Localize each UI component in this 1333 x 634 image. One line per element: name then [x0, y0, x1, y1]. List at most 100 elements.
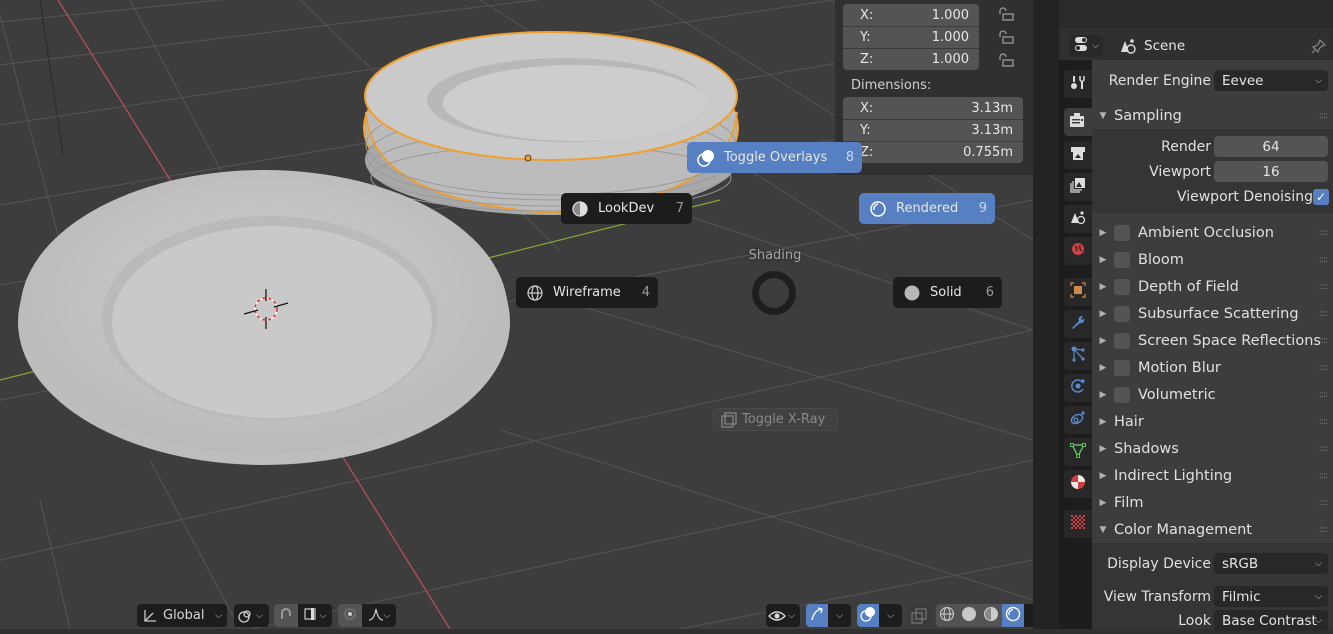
- lookdev-shading-icon: [983, 606, 999, 626]
- ambient-occlusion-checkbox[interactable]: [1114, 224, 1130, 241]
- overlays-icon: [860, 606, 876, 626]
- shading-rendered-button[interactable]: [1002, 604, 1024, 627]
- panel-motion-blur[interactable]: ▶ Motion Blur::::: [1092, 354, 1333, 381]
- overlays-dropdown[interactable]: ⌵: [879, 604, 902, 627]
- motion-blur-checkbox[interactable]: [1114, 359, 1130, 376]
- dimension-x-field[interactable]: X: 3.13m: [843, 97, 1023, 119]
- panel-color-management[interactable]: ▼ Color Management::::: [1092, 516, 1333, 543]
- pie-lookdev[interactable]: LookDev 7: [561, 193, 692, 224]
- panel-depth-of-field[interactable]: ▶ Depth of Field::::: [1092, 273, 1333, 300]
- shading-solid-button[interactable]: [958, 604, 980, 627]
- pie-toggle-overlays[interactable]: Toggle Overlays 8: [687, 142, 862, 173]
- tab-texture[interactable]: [1064, 510, 1092, 538]
- tab-output[interactable]: [1064, 141, 1092, 169]
- tab-particles[interactable]: [1064, 342, 1092, 370]
- panel-sampling[interactable]: ▼ Sampling ::::: [1092, 102, 1333, 129]
- look-dropdown[interactable]: Base Contrast ⌵: [1214, 610, 1328, 631]
- drag-grip-icon[interactable]: ::::: [1319, 336, 1328, 346]
- view-transform-dropdown[interactable]: Filmic ⌵: [1214, 586, 1328, 607]
- shading-wireframe-button[interactable]: [936, 604, 958, 627]
- texture-icon: [1070, 514, 1086, 534]
- editor-type-dropdown[interactable]: ⌵: [1070, 34, 1103, 57]
- tab-scene[interactable]: [1064, 205, 1092, 233]
- drag-grip-icon[interactable]: ::::: [1319, 228, 1328, 238]
- viewport-samples-field[interactable]: 16: [1214, 161, 1328, 182]
- panel-hair[interactable]: ▶ Hair::::: [1092, 408, 1333, 435]
- pie-menu-title: Shading: [748, 248, 802, 263]
- drag-grip-icon[interactable]: ::::: [1319, 390, 1328, 400]
- gizmo-toggle[interactable]: [806, 604, 828, 627]
- viewport-denoising-checkbox[interactable]: ✓: [1313, 188, 1329, 205]
- pin-icon[interactable]: [1311, 38, 1327, 54]
- pie-solid[interactable]: Solid 6: [893, 277, 1002, 308]
- plate[interactable]: [18, 170, 510, 465]
- lock-scale-z-icon[interactable]: [997, 53, 1015, 69]
- 3d-viewport[interactable]: X: 1.000 Y: 1.000 Z: 1.000 Dimensions: X: 3.…: [0, 0, 1033, 629]
- drag-grip-icon[interactable]: ::::: [1319, 417, 1328, 427]
- drag-grip-icon[interactable]: ::::: [1319, 444, 1328, 454]
- drag-grip-icon[interactable]: ::::: [1319, 471, 1328, 481]
- volumetric-checkbox[interactable]: [1114, 386, 1130, 403]
- shading-lookdev-button[interactable]: [980, 604, 1002, 627]
- pivot-point-dropdown[interactable]: ⌵: [234, 604, 269, 627]
- tab-material[interactable]: [1064, 470, 1092, 498]
- panel-volumetric[interactable]: ▶ Volumetric::::: [1092, 381, 1333, 408]
- plate-stack[interactable]: [363, 31, 739, 215]
- gizmo-dropdown[interactable]: ⌵: [828, 604, 851, 627]
- render-samples-field[interactable]: 64: [1214, 136, 1328, 157]
- drag-grip-icon[interactable]: ::::: [1319, 282, 1328, 292]
- snap-target-dropdown[interactable]: ⌵: [298, 604, 332, 627]
- area-divider[interactable]: [1033, 0, 1059, 629]
- drag-grip-icon[interactable]: ::::: [1319, 309, 1328, 319]
- pie-wireframe[interactable]: Wireframe 4: [516, 277, 658, 308]
- panel-indirect-lighting[interactable]: ▶ Indirect Lighting::::: [1092, 462, 1333, 489]
- tab-modifiers[interactable]: [1064, 310, 1092, 338]
- display-device-dropdown[interactable]: sRGB ⌵: [1214, 553, 1328, 574]
- scale-y-field[interactable]: Y: 1.000: [843, 26, 979, 48]
- shading-dropdown[interactable]: ⌵: [1024, 604, 1033, 627]
- tab-object[interactable]: [1064, 278, 1092, 306]
- drag-grip-icon[interactable]: ::::: [1319, 363, 1328, 373]
- drag-grip-icon[interactable]: ::::: [1319, 111, 1328, 121]
- dimension-y-field[interactable]: Y: 3.13m: [843, 119, 1023, 141]
- lock-scale-x-icon[interactable]: [997, 7, 1015, 23]
- dimensions-label: Dimensions:: [851, 78, 932, 93]
- drag-grip-icon[interactable]: ::::: [1319, 498, 1328, 508]
- dimension-z-field[interactable]: Z: 0.755m: [843, 141, 1023, 163]
- pie-toggle-xray[interactable]: Toggle X-Ray: [713, 408, 838, 431]
- transform-orientation-dropdown[interactable]: Global ⌵: [137, 604, 227, 627]
- render-engine-dropdown[interactable]: Eevee ⌵: [1214, 70, 1328, 91]
- visibility-dropdown[interactable]: ⌵: [766, 604, 800, 627]
- xray-toggle[interactable]: [908, 604, 930, 627]
- panel-ambient-occlusion[interactable]: ▶ Ambient Occlusion::::: [1092, 219, 1333, 246]
- panel-subsurface-scattering[interactable]: ▶ Subsurface Scattering::::: [1092, 300, 1333, 327]
- panel-screen-space-reflections[interactable]: ▶ Screen Space Reflections::::: [1092, 327, 1333, 354]
- drag-grip-icon[interactable]: ::::: [1319, 525, 1328, 535]
- falloff-dropdown[interactable]: ⌵: [362, 604, 396, 627]
- tab-data[interactable]: [1064, 438, 1092, 466]
- overlays-toggle[interactable]: [857, 604, 879, 627]
- gizmo-group: ⌵: [806, 604, 851, 627]
- tab-view-layer[interactable]: [1064, 173, 1092, 201]
- panel-film[interactable]: ▶ Film::::: [1092, 489, 1333, 516]
- panel-shadows[interactable]: ▶ Shadows::::: [1092, 435, 1333, 462]
- subsurface-scattering-checkbox[interactable]: [1114, 305, 1130, 322]
- scale-x-field[interactable]: X: 1.000: [843, 4, 979, 26]
- bloom-checkbox[interactable]: [1114, 251, 1130, 268]
- panel-bloom[interactable]: ▶ Bloom::::: [1092, 246, 1333, 273]
- depth-of-field-checkbox[interactable]: [1114, 278, 1130, 295]
- proportional-edit-group: ⌵: [338, 604, 396, 627]
- screen-space-reflections-checkbox[interactable]: [1114, 332, 1130, 349]
- tab-tool[interactable]: [1064, 70, 1092, 98]
- pie-rendered[interactable]: Rendered 9: [859, 193, 995, 224]
- scale-z-field[interactable]: Z: 1.000: [843, 48, 979, 70]
- drag-grip-icon[interactable]: ::::: [1319, 255, 1328, 265]
- tab-constraints[interactable]: [1064, 406, 1092, 434]
- snap-toggle[interactable]: [274, 604, 298, 627]
- tab-world[interactable]: [1064, 237, 1092, 265]
- tab-physics[interactable]: [1064, 374, 1092, 402]
- proportional-edit-icon: [343, 607, 357, 625]
- proportional-edit-toggle[interactable]: [338, 604, 362, 627]
- lock-scale-y-icon[interactable]: [997, 30, 1015, 46]
- tab-render[interactable]: [1064, 108, 1092, 136]
